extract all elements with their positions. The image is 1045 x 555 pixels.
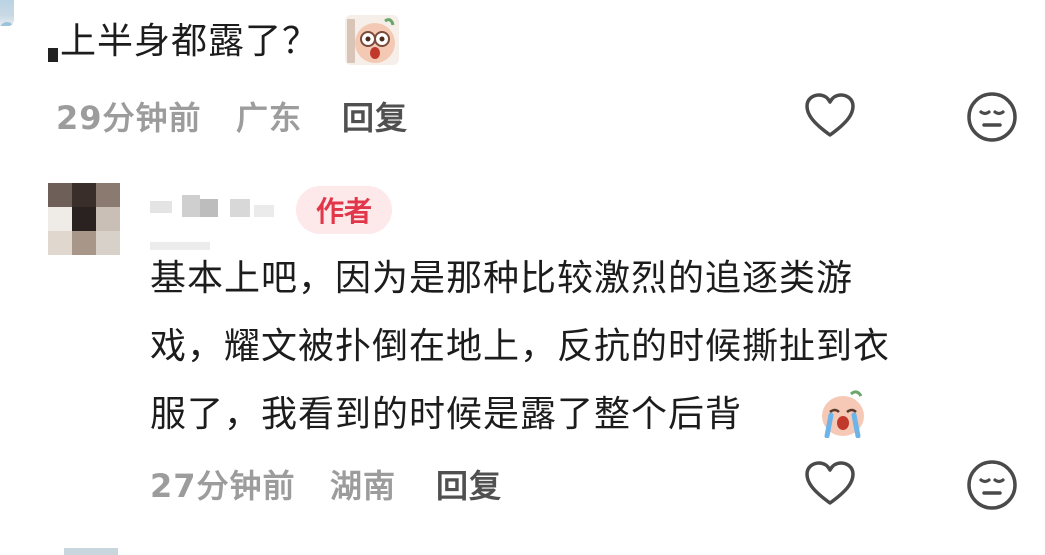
- heart-outline-icon[interactable]: [804, 92, 856, 140]
- comment-1-text: 上半身都露了？: [60, 21, 320, 62]
- comment-1-time: 29分钟前: [56, 99, 202, 137]
- previous-avatar-partial: [0, 0, 14, 26]
- author-username-pixelated[interactable]: [150, 195, 280, 217]
- comment-2-time: 27分钟前: [150, 467, 296, 505]
- comment-2-line-3: 服了，我看到的时候是露了整个后背: [150, 394, 743, 435]
- author-avatar-pixelated[interactable]: [48, 183, 120, 255]
- crying-sticker: [817, 386, 869, 438]
- meh-face-icon[interactable]: [966, 459, 1018, 511]
- quote-marker-2: [150, 242, 210, 250]
- comment-2-location: 湖南: [330, 467, 397, 505]
- comment-2-line-1: 基本上吧，因为是那种比较激烈的追逐类游: [150, 258, 854, 299]
- comment-1-reply-button[interactable]: 回复: [342, 93, 408, 139]
- author-badge: 作者: [296, 186, 392, 234]
- heart-outline-icon[interactable]: [804, 460, 856, 508]
- comment-1-location: 广东: [236, 99, 303, 137]
- comment-2-line-2: 戏，耀文被扑倒在地上，反抗的时候撕扯到衣: [150, 326, 891, 367]
- comment-2-reply-button[interactable]: 回复: [436, 461, 502, 507]
- quote-marker: [48, 48, 58, 62]
- meh-face-icon[interactable]: [966, 91, 1018, 143]
- next-avatar-partial: [64, 548, 118, 555]
- surprised-sticker: [345, 15, 399, 65]
